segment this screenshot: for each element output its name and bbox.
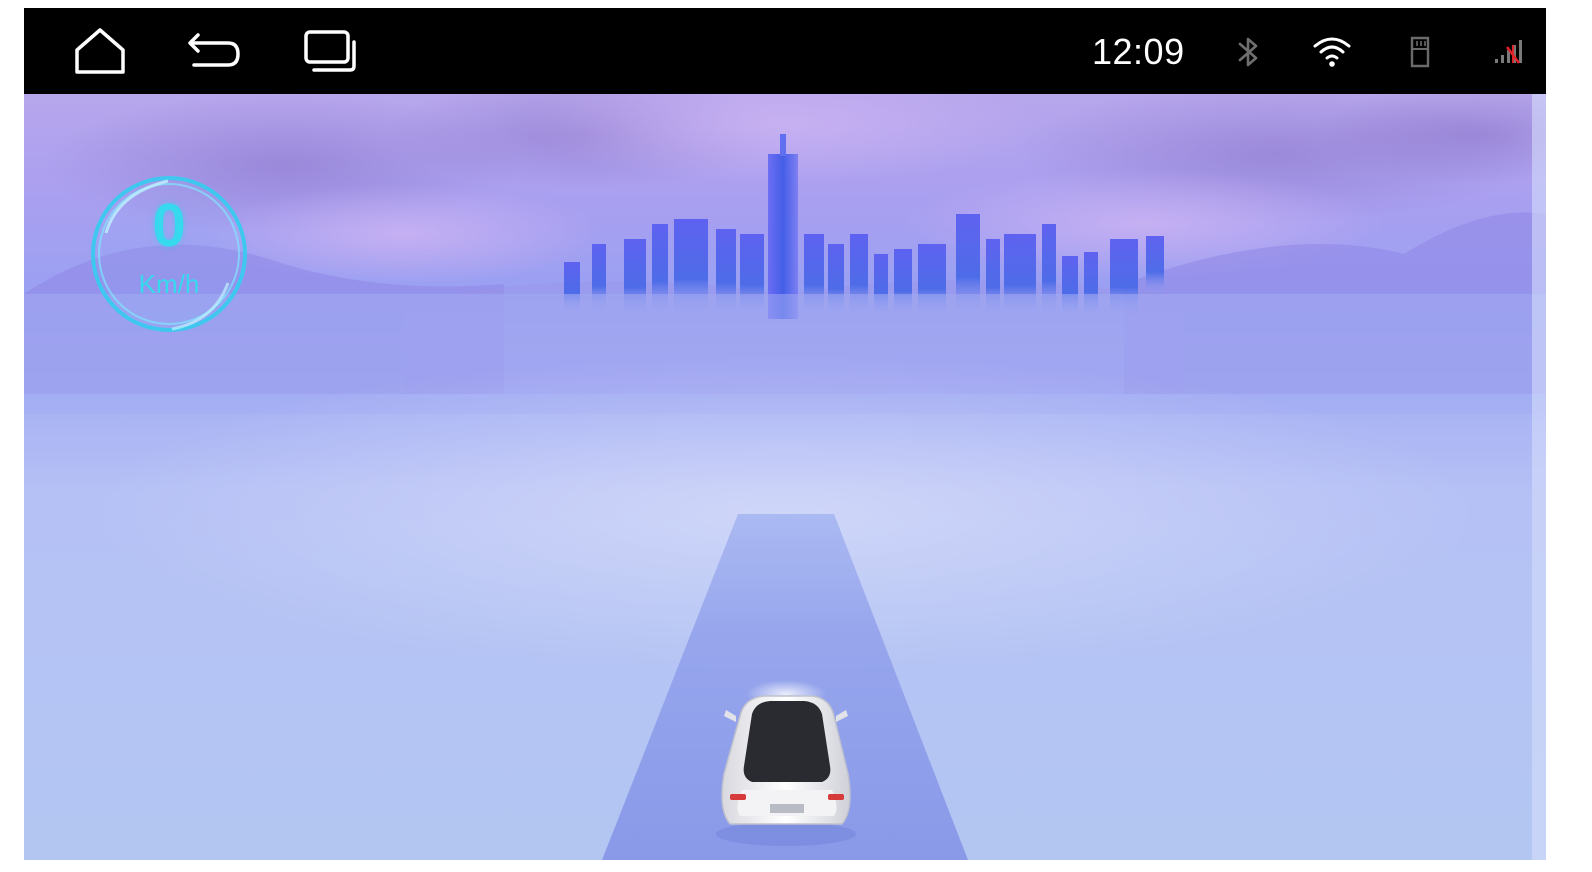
speed-value: 0 [152,192,186,259]
status-bar: 12:09 [24,8,1546,94]
sd-card-status [1400,32,1440,72]
bluetooth-icon [1238,37,1258,67]
home-icon [75,28,125,74]
speedometer: 0 Km/h [88,173,250,335]
sd-card-icon [1410,36,1430,68]
speed-unit: Km/h [138,269,200,299]
back-icon [188,33,240,67]
recents-button[interactable] [300,21,360,81]
home-button[interactable] [70,21,130,81]
signal-status [1488,32,1528,72]
signal-icon [1495,40,1522,64]
scene-background [24,94,1546,860]
clock: 12:09 [1092,31,1185,72]
wifi-status [1312,32,1352,72]
device-screen: 12:09 0 Km/h [24,8,1546,860]
driving-scene [24,94,1546,860]
bluetooth-status [1228,32,1268,72]
back-button[interactable] [184,21,244,81]
wifi-icon [1313,37,1351,67]
recents-icon [304,30,356,72]
